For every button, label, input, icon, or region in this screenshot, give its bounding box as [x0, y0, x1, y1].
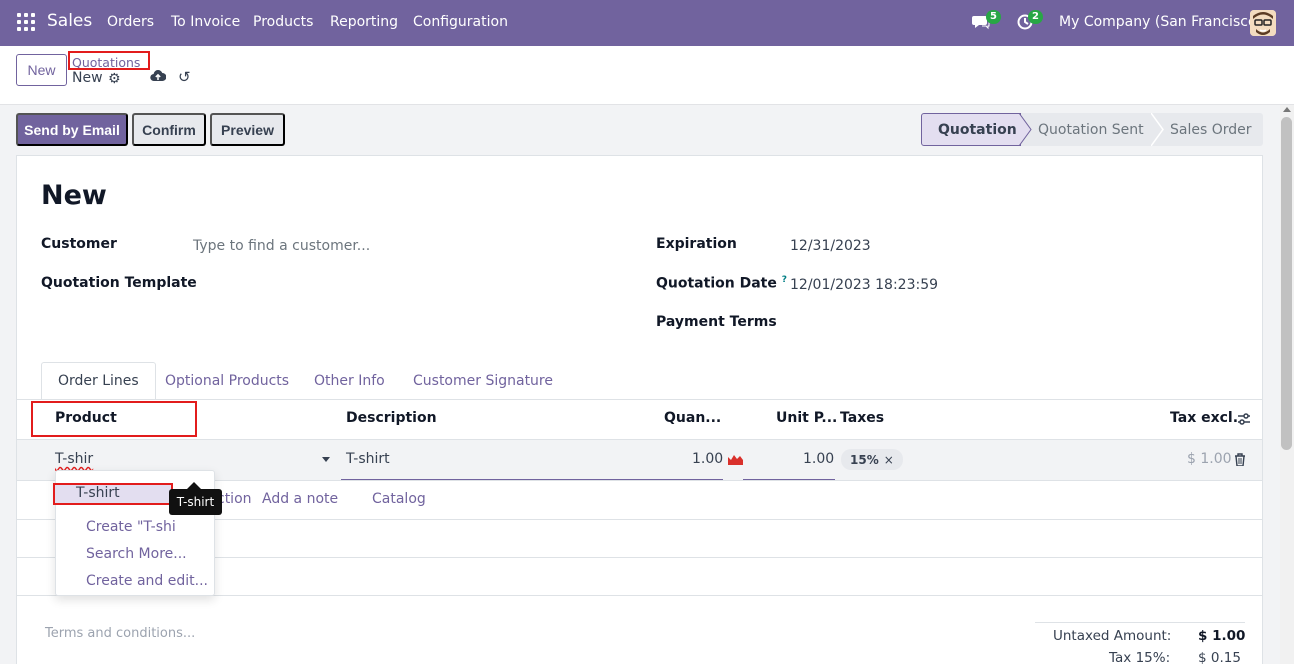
unit-price-input[interactable]: 1.00 — [803, 451, 834, 467]
send-by-email-button[interactable]: Send by Email — [16, 113, 128, 146]
dropdown-option-tshirt-label: T-shirt — [76, 485, 120, 501]
status-quotation-sent[interactable]: Quotation Sent — [1021, 113, 1153, 146]
col-description[interactable]: Description — [346, 410, 437, 426]
menu-to-invoice[interactable]: To Invoice — [171, 14, 240, 30]
menu-reporting[interactable]: Reporting — [330, 14, 398, 30]
tooltip: T-shirt — [169, 489, 222, 515]
tax-tag-remove-icon[interactable]: × — [884, 453, 894, 467]
column-settings-icon[interactable] — [1237, 412, 1251, 430]
status-arrow-1 — [1019, 113, 1032, 146]
dropdown-option-tshirt[interactable]: T-shirt — [53, 483, 173, 505]
activities-badge: 2 — [1028, 10, 1043, 24]
help-tooltip-icon[interactable]: ? — [782, 275, 787, 285]
add-note-link[interactable]: Add a note — [262, 491, 338, 507]
col-quantity[interactable]: Quan... — [664, 410, 721, 426]
status-sales-order[interactable]: Sales Order — [1153, 113, 1263, 146]
forecast-chart-icon[interactable] — [728, 452, 743, 469]
app-brand[interactable]: Sales — [47, 11, 92, 31]
tab-other-info[interactable]: Other Info — [298, 362, 401, 400]
dropdown-search-more[interactable]: Search More... — [86, 546, 187, 562]
scrollbar-thumb[interactable] — [1281, 117, 1292, 450]
quotation-template-label: Quotation Template — [41, 275, 197, 291]
tax-amount-label: Tax 15%: — [1109, 650, 1171, 664]
description-input[interactable]: T-shirt — [346, 451, 390, 467]
untaxed-amount-label: Untaxed Amount: — [1053, 628, 1172, 644]
status-bar: Quotation Quotation Sent Sales Order — [921, 113, 1263, 146]
confirm-button[interactable]: Confirm — [132, 113, 206, 146]
product-header-highlight-box — [31, 401, 197, 437]
cloud-upload-icon[interactable] — [150, 69, 167, 87]
quotation-date-label: Quotation Date ? — [656, 275, 787, 292]
customer-label: Customer — [41, 236, 117, 252]
menu-orders[interactable]: Orders — [107, 14, 154, 30]
tabs-divider — [17, 399, 1262, 400]
tax-tag-label: 15% — [850, 452, 879, 467]
tax-amount-value: $ 0.15 — [1198, 650, 1241, 664]
tab-optional-products[interactable]: Optional Products — [149, 362, 305, 400]
menu-configuration[interactable]: Configuration — [413, 14, 508, 30]
col-unit-price[interactable]: Unit P... — [776, 410, 837, 426]
company-switcher[interactable]: My Company (San Francisco) — [1059, 14, 1262, 30]
col-tax-excl[interactable]: Tax excl. — [1170, 410, 1238, 426]
product-input[interactable]: T-shir — [55, 451, 93, 467]
expiration-field[interactable]: 12/31/2023 — [790, 238, 871, 254]
menu-products[interactable]: Products — [253, 14, 313, 30]
messages-badge: 5 — [986, 10, 1001, 24]
tooltip-arrow — [187, 482, 201, 489]
breadcrumb-highlight-box — [68, 51, 150, 70]
gear-icon[interactable]: ⚙ — [108, 71, 121, 87]
status-quotation-label: Quotation — [938, 121, 1017, 138]
tab-customer-signature[interactable]: Customer Signature — [397, 362, 569, 400]
quotation-date-field[interactable]: 12/01/2023 18:23:59 — [790, 277, 938, 293]
line-subtotal: $ 1.00 — [1187, 451, 1232, 467]
col-taxes[interactable]: Taxes — [840, 410, 884, 426]
record-title[interactable]: New — [41, 180, 107, 211]
status-quotation-sent-label: Quotation Sent — [1038, 121, 1144, 138]
new-record-button[interactable]: New — [16, 54, 67, 86]
tab-order-lines[interactable]: Order Lines — [41, 362, 156, 400]
trash-icon[interactable] — [1234, 453, 1246, 470]
status-sales-order-label: Sales Order — [1170, 121, 1252, 138]
catalog-link[interactable]: Catalog — [372, 491, 426, 507]
add-section-link[interactable]: ction — [217, 491, 252, 507]
apps-menu-icon[interactable] — [17, 13, 35, 31]
product-dropdown-caret-icon[interactable] — [322, 457, 330, 462]
payment-terms-label: Payment Terms — [656, 314, 777, 330]
quotation-date-label-text: Quotation Date — [656, 275, 777, 292]
quantity-input[interactable]: 1.00 — [692, 451, 723, 467]
preview-button[interactable]: Preview — [210, 113, 285, 146]
scroll-up-arrow-icon[interactable] — [1283, 107, 1291, 112]
breadcrumb-current-record: New — [72, 70, 103, 86]
expiration-label: Expiration — [656, 236, 737, 252]
tax-tag[interactable]: 15% × — [841, 449, 903, 470]
control-panel: New Quotations New ⚙ ↺ — [0, 46, 1294, 105]
dropdown-create-and-edit[interactable]: Create and edit... — [86, 573, 208, 589]
undo-icon[interactable]: ↺ — [178, 68, 191, 86]
status-arrow-2 — [1151, 113, 1164, 146]
untaxed-amount-value: $ 1.00 — [1198, 628, 1246, 644]
user-avatar[interactable] — [1250, 10, 1276, 36]
terms-and-conditions-input[interactable]: Terms and conditions... — [45, 626, 195, 641]
status-quotation[interactable]: Quotation — [921, 113, 1021, 146]
customer-input[interactable]: Type to find a customer... — [193, 238, 370, 254]
top-navbar: Sales Orders To Invoice Products Reporti… — [0, 0, 1294, 46]
dropdown-create-option[interactable]: Create "T-shi — [86, 519, 176, 535]
